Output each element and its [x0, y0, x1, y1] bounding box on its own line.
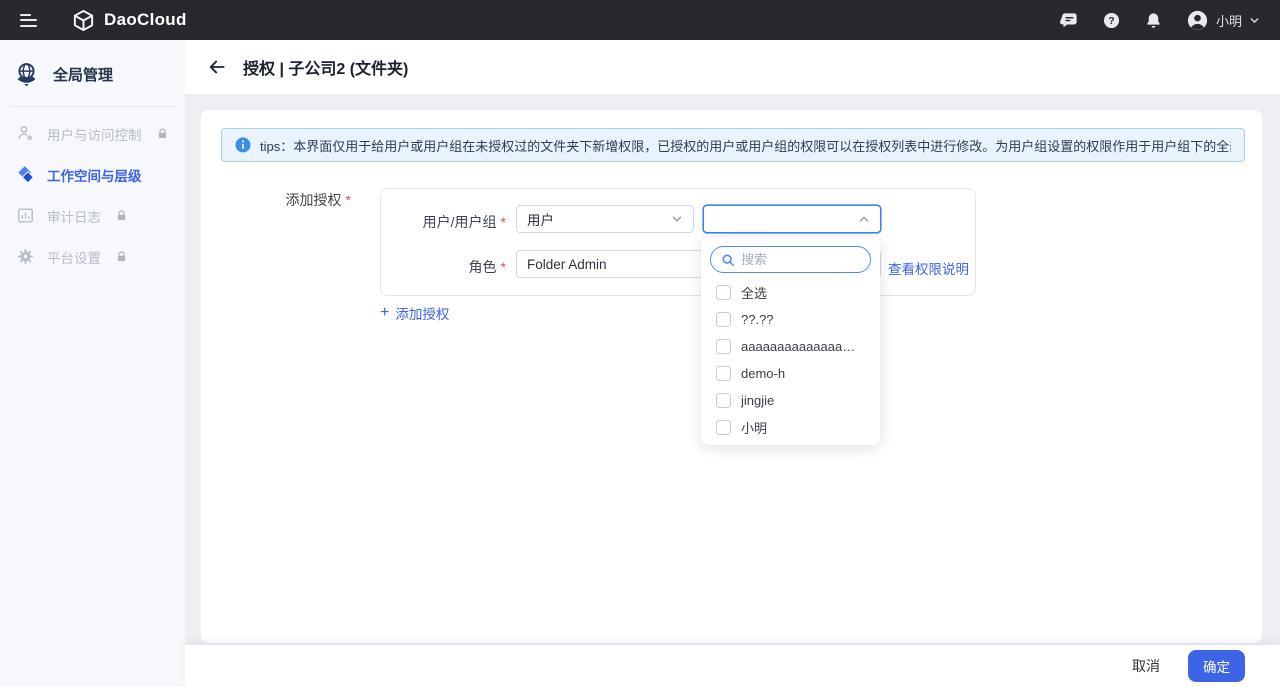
sidebar-item-workspace-hierarchy[interactable]: 工作空间与层级: [0, 154, 185, 195]
view-permission-link[interactable]: 查看权限说明: [888, 258, 969, 278]
add-authorization-section-label: 添加授权*: [261, 190, 351, 210]
page-header: 授权 | 子公司2 (文件夹): [185, 40, 1280, 94]
confirm-button[interactable]: 确定: [1188, 650, 1245, 682]
tips-text: tips：本界面仅用于给用户或用户组在未授权过的文件夹下新增权限，已授权的用户或…: [260, 136, 1231, 155]
checkbox[interactable]: [716, 312, 731, 327]
dropdown-option[interactable]: demo-h: [701, 360, 880, 387]
sidebar-section-title: 全局管理: [53, 64, 113, 85]
cube-logo-icon: [72, 9, 95, 32]
option-label: ??.??: [741, 312, 774, 327]
user-group-field-label: 用户/用户组*: [381, 212, 506, 232]
topbar: DaoCloud ?: [0, 0, 1280, 40]
role-select-value: Folder Admin: [527, 257, 607, 272]
user-multiselect[interactable]: [703, 205, 881, 233]
lock-icon: [115, 209, 128, 222]
sidebar-item-label: 工作空间与层级: [47, 165, 142, 185]
required-mark: *: [346, 192, 351, 208]
sidebar-item-audit-log[interactable]: 审计日志: [0, 195, 185, 236]
username-label: 小明: [1216, 11, 1242, 30]
add-authorization-link-label: 添加授权: [395, 303, 449, 323]
user-type-select[interactable]: 用户: [516, 205, 694, 233]
back-arrow-icon[interactable]: [207, 57, 227, 77]
sidebar-item-label: 用户与访问控制: [47, 124, 142, 144]
checkbox[interactable]: [716, 285, 731, 300]
dropdown-option[interactable]: aaaaaaaaaaaaaaaaaaaaaaaaaaaaaa: [701, 333, 880, 360]
user-type-select-value: 用户: [527, 209, 554, 229]
bell-icon[interactable]: [1144, 11, 1163, 30]
help-icon[interactable]: ?: [1102, 11, 1121, 30]
role-field-label: 角色*: [381, 257, 506, 277]
sidebar-divider: [9, 106, 176, 107]
dropdown-option[interactable]: jingjie: [701, 387, 880, 414]
plus-icon: +: [380, 306, 389, 320]
message-icon[interactable]: [1060, 11, 1079, 30]
lock-icon: [156, 127, 169, 140]
option-label: jingjie: [741, 393, 774, 408]
dropdown-option-select-all[interactable]: 全选: [701, 279, 880, 306]
user-select-dropdown: 全选 ??.?? aaaaaaaaaaaaaaaaaaaaaaaaaaaaaa …: [701, 237, 880, 445]
audit-log-icon: [16, 206, 35, 225]
authorization-group-box: 用户/用户组* 用户 角色* Folder Admin 查看权限说明: [380, 188, 976, 296]
sidebar-section-global-management[interactable]: 全局管理: [0, 40, 185, 88]
checkbox[interactable]: [716, 393, 731, 408]
checkbox[interactable]: [716, 339, 731, 354]
search-icon: [721, 253, 735, 267]
chevron-down-icon: [1249, 15, 1260, 26]
page-title: 授权 | 子公司2 (文件夹): [243, 55, 408, 79]
footer-action-bar: 取消 确定: [185, 645, 1280, 687]
option-label: aaaaaaaaaaaaaaaaaaaaaaaaaaaaaa: [741, 339, 859, 354]
menu-toggle-icon[interactable]: [20, 14, 38, 27]
required-mark: *: [501, 214, 506, 230]
dropdown-search: [710, 246, 871, 273]
sidebar-item-platform-settings[interactable]: 平台设置: [0, 236, 185, 277]
option-label: 全选: [741, 283, 767, 302]
checkbox[interactable]: [716, 366, 731, 381]
required-mark: *: [501, 259, 506, 275]
tips-banner: tips：本界面仅用于给用户或用户组在未授权过的文件夹下新增权限，已授权的用户或…: [221, 128, 1245, 162]
cancel-button[interactable]: 取消: [1132, 656, 1160, 676]
gear-icon: [16, 247, 35, 266]
chevron-down-icon: [671, 213, 683, 225]
checkbox[interactable]: [716, 420, 731, 435]
sidebar-item-label: 平台设置: [47, 247, 101, 267]
option-label: demo-h: [741, 366, 785, 381]
dropdown-option[interactable]: 小明: [701, 414, 880, 441]
dropdown-option[interactable]: ??.??: [701, 306, 880, 333]
user-menu[interactable]: 小明: [1186, 9, 1260, 32]
user-gear-icon: [16, 124, 35, 143]
workspace-diamond-icon: [16, 165, 35, 184]
avatar-icon: [1186, 9, 1209, 32]
globe-icon: [13, 61, 40, 88]
sidebar-item-user-access-control[interactable]: 用户与访问控制: [0, 113, 185, 154]
lock-icon: [115, 250, 128, 263]
brand-logo: DaoCloud: [72, 9, 187, 32]
svg-text:?: ?: [1108, 16, 1114, 27]
info-icon: [235, 137, 251, 153]
brand-name: DaoCloud: [104, 10, 187, 30]
add-authorization-link[interactable]: + 添加授权: [380, 303, 449, 323]
sidebar: 全局管理 用户与访问控制: [0, 40, 185, 687]
sidebar-item-label: 审计日志: [47, 206, 101, 226]
sidebar-nav: 用户与访问控制 工作空间与层级 审计日志: [0, 113, 185, 277]
search-input[interactable]: [741, 252, 860, 267]
chevron-up-icon: [858, 213, 870, 225]
option-label: 小明: [741, 418, 767, 437]
